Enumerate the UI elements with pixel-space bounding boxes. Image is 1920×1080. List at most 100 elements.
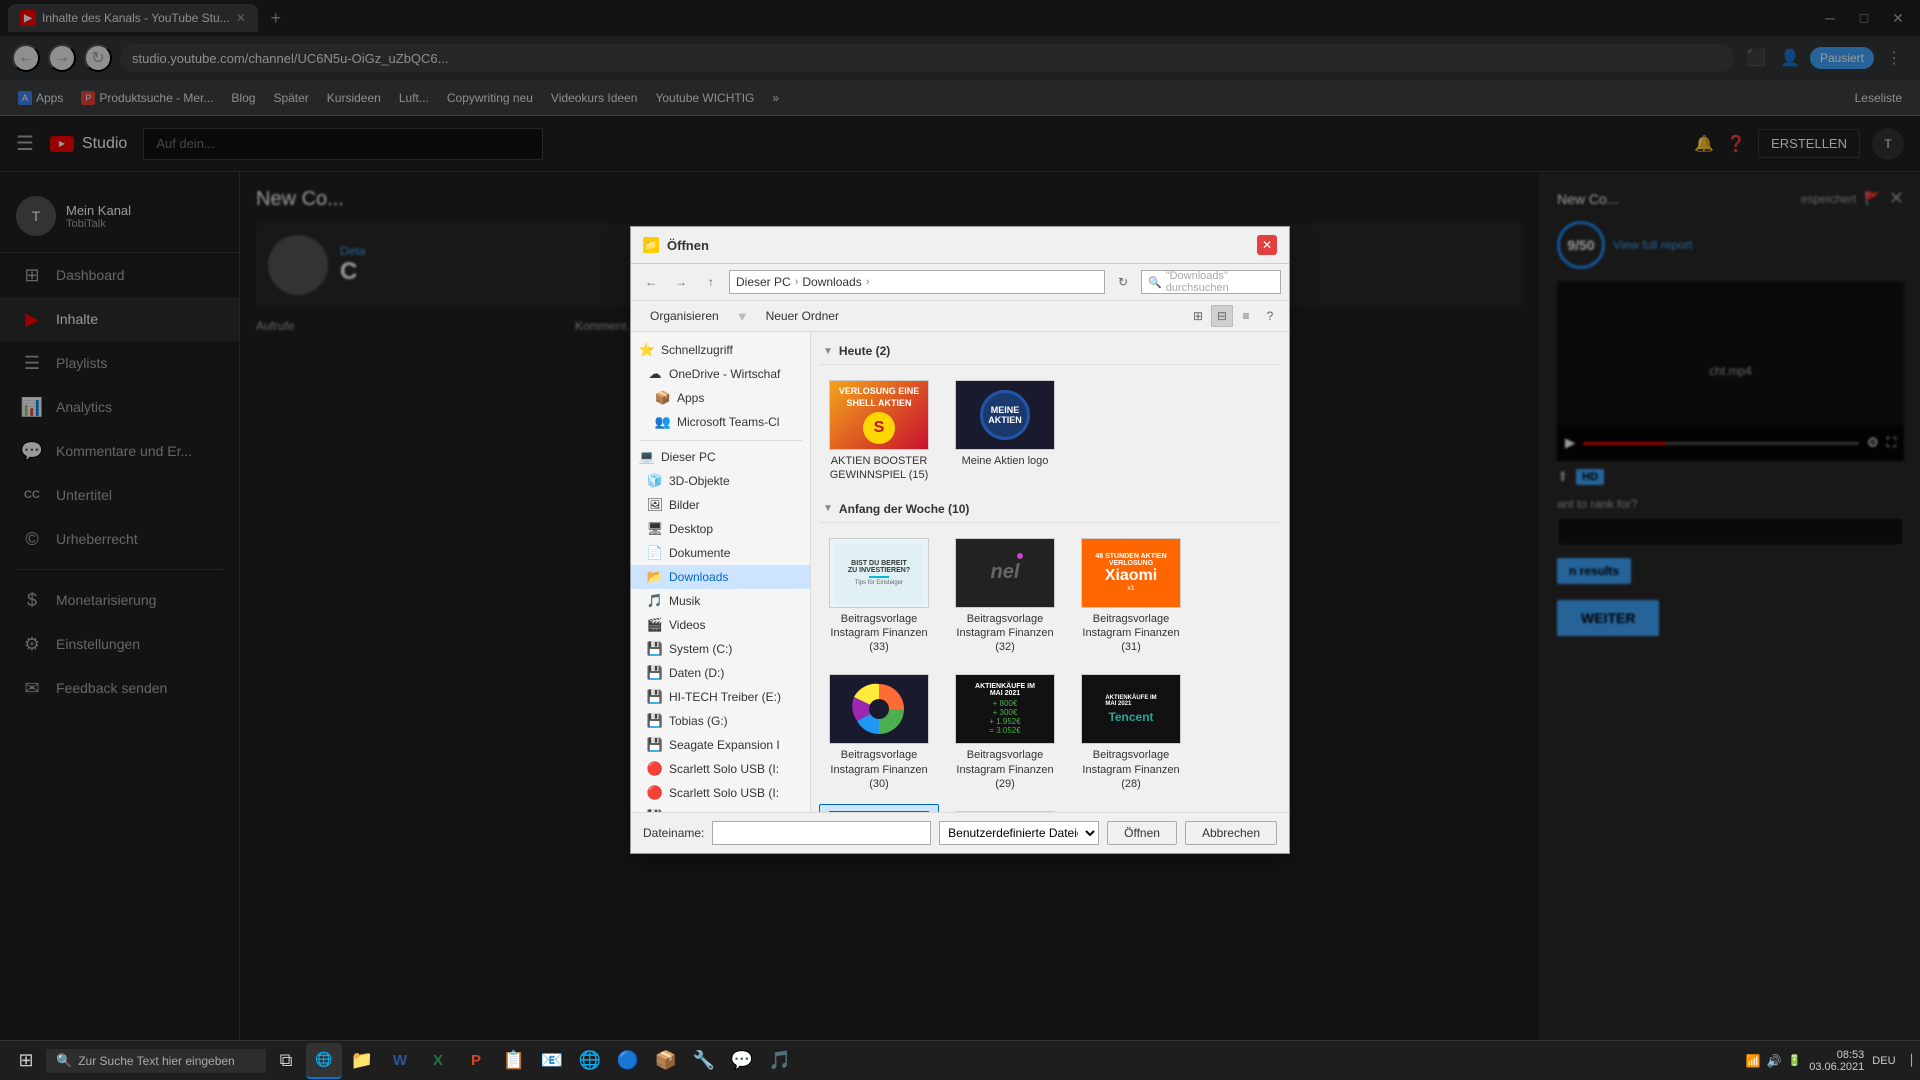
file-name-ig30: Beitragsvorlage Instagram Finanzen (30): [826, 748, 932, 791]
path-separator-1: ›: [795, 276, 799, 288]
clock-area[interactable]: 08:53 03.06.2021: [1809, 1049, 1864, 1073]
taskbar-outlook[interactable]: 📧: [534, 1043, 570, 1079]
file-item-ig33[interactable]: BIST DU BEREITZU INVESTIEREN? Tips für E…: [819, 531, 939, 662]
onedrive-icon: ☁: [647, 366, 663, 382]
woche-label: Anfang der Woche (10): [839, 502, 969, 516]
nav-item-onedrive[interactable]: ☁ OneDrive - Wirtschaf: [631, 362, 810, 386]
file-item-paper[interactable]: paper-3213924_640: [945, 804, 1065, 812]
organize-btn[interactable]: Organisieren: [639, 305, 730, 327]
file-item-depot-kopie[interactable]: DEPOT UPDATE 👤 -3.057€ Kopie von Wachstu…: [819, 804, 939, 812]
volume-icon[interactable]: 🔊: [1767, 1054, 1782, 1068]
taskbar-word[interactable]: W: [382, 1043, 418, 1079]
dialog-cancel-btn[interactable]: Abbrechen: [1185, 821, 1277, 845]
scarlett-i2-label: Scarlett Solo USB (I:: [669, 786, 779, 800]
taskbar-edge[interactable]: 🔵: [610, 1043, 646, 1079]
dialog-close-btn[interactable]: ✕: [1257, 235, 1277, 255]
file-item-ig28[interactable]: AKTIENKÄUFE IMMAI 2021 Tencent Beitragsv…: [1071, 667, 1191, 798]
nav-item-teams[interactable]: 👥 Microsoft Teams-Cl: [631, 410, 810, 434]
file-section-woche: ▼ Anfang der Woche (10) BIST DU BEREITZU…: [819, 498, 1281, 812]
file-item-ig31[interactable]: 48 STUNDEN AKTIENVERLOSUNG Xiaomi x1 Bei…: [1071, 531, 1191, 662]
nav-item-desktop[interactable]: 🖥 Desktop: [631, 517, 810, 541]
taskbar-start-btn[interactable]: ⊞: [8, 1043, 44, 1079]
ig31-content: 48 STUNDEN AKTIENVERLOSUNG Xiaomi x1: [1095, 553, 1166, 592]
taskbar-powerpoint[interactable]: P: [458, 1043, 494, 1079]
file-item-ig32[interactable]: nel Beitragsvorlage Instagram Finanzen (…: [945, 531, 1065, 662]
bilder-icon: 🖼: [647, 497, 663, 513]
dialog-title-text: Öffnen: [667, 238, 1257, 253]
nav-item-seagate-d[interactable]: 💾 Seagate Expansion D: [631, 805, 810, 812]
view-icon-btn[interactable]: ⊟: [1211, 305, 1233, 327]
path-segment-pc[interactable]: Dieser PC: [736, 275, 791, 289]
taskbar-browser2[interactable]: 🌐: [572, 1043, 608, 1079]
nav-item-apps[interactable]: 📦 Apps: [631, 386, 810, 410]
new-folder-btn[interactable]: Neuer Ordner: [755, 305, 850, 327]
view-list-btn[interactable]: ≡: [1235, 305, 1257, 327]
dialog-open-btn[interactable]: Öffnen: [1107, 821, 1177, 845]
nav-item-scarlett-i[interactable]: 🔴 Scarlett Solo USB (I:: [631, 757, 810, 781]
nav-item-downloads[interactable]: 📂 Downloads: [631, 565, 810, 589]
filetype-select[interactable]: Benutzerdefinierte Dateien: [939, 821, 1099, 845]
nav-item-scarlett-i2[interactable]: 🔴 Scarlett Solo USB (I:: [631, 781, 810, 805]
nav-item-3d[interactable]: 🧊 3D-Objekte: [631, 469, 810, 493]
taskbar-unknown4[interactable]: 💬: [724, 1043, 760, 1079]
taskbar-search-icon: 🔍: [56, 1053, 72, 1069]
show-desktop-btn[interactable]: ▕: [1904, 1054, 1912, 1067]
taskbar-search[interactable]: 🔍 Zur Suche Text hier eingeben: [46, 1049, 266, 1073]
nav-item-dokumente[interactable]: 📄 Dokumente: [631, 541, 810, 565]
file-thumb-shell: VERLOSUNG EINE SHELL AKTIEN S: [829, 380, 929, 450]
nav-item-system-c[interactable]: 💾 System (C:): [631, 637, 810, 661]
file-item-ig29[interactable]: AKTIENKÄUFE IMMAI 2021 + 800€ + 300€ + 1…: [945, 667, 1065, 798]
file-dialog: 📁 Öffnen ✕ ← → ↑ Dieser PC › Downloads ›…: [630, 226, 1290, 854]
filename-input[interactable]: [712, 821, 931, 845]
taskbar-unknown2[interactable]: 📦: [648, 1043, 684, 1079]
battery-icon[interactable]: 🔋: [1788, 1054, 1802, 1067]
file-name-shell: AKTIEN BOOSTER GEWINNSPIEL (15): [826, 454, 932, 483]
view-extra-btn[interactable]: ⊞: [1187, 305, 1209, 327]
nav-item-seagate-i[interactable]: 💾 Seagate Expansion I: [631, 733, 810, 757]
dialog-up-btn[interactable]: ↑: [699, 270, 723, 294]
nav-item-musik[interactable]: 🎵 Musik: [631, 589, 810, 613]
musik-label: Musik: [669, 594, 700, 608]
dialog-title-icon: 📁: [643, 237, 659, 253]
network-icon[interactable]: 📶: [1746, 1054, 1761, 1068]
taskbar-task-view[interactable]: ⧉: [268, 1043, 304, 1079]
desktop-label: Desktop: [669, 522, 713, 536]
nav-item-tobias-g[interactable]: 💾 Tobias (G:): [631, 709, 810, 733]
taskbar-unknown3[interactable]: 🔧: [686, 1043, 722, 1079]
dialog-footer: Dateiname: Benutzerdefinierte Dateien Öf…: [631, 812, 1289, 853]
taskbar-explorer[interactable]: 📁: [344, 1043, 380, 1079]
section-header-woche[interactable]: ▼ Anfang der Woche (10): [819, 498, 1281, 523]
taskbar-chrome[interactable]: 🌐: [306, 1043, 342, 1079]
dialog-refresh-btn[interactable]: ↻: [1111, 270, 1135, 294]
hitech-label: HI-TECH Treiber (E:): [669, 690, 781, 704]
file-item-meine-aktien[interactable]: MEINEAKTIEN Meine Aktien logo: [945, 373, 1065, 490]
path-segment-downloads[interactable]: Downloads: [802, 275, 861, 289]
onedrive-label: OneDrive - Wirtschaf: [669, 367, 780, 381]
taskbar-unknown1[interactable]: 📋: [496, 1043, 532, 1079]
nav-item-dieser-pc[interactable]: 💻 Dieser PC: [631, 445, 810, 469]
date-display: 03.06.2021: [1809, 1061, 1864, 1073]
3d-icon: 🧊: [647, 473, 663, 489]
videos-icon: 🎬: [647, 617, 663, 633]
section-header-heute[interactable]: ▼ Heute (2): [819, 340, 1281, 365]
system-c-label: System (C:): [669, 642, 732, 656]
file-name-ig32: Beitragsvorlage Instagram Finanzen (32): [952, 612, 1058, 655]
file-item-shell[interactable]: VERLOSUNG EINE SHELL AKTIEN S AKTIEN BOO…: [819, 373, 939, 490]
taskbar-spotify[interactable]: 🎵: [762, 1043, 798, 1079]
nav-item-schnellzugriff[interactable]: ⭐ Schnellzugriff: [631, 338, 810, 362]
file-thumb-ig30: [829, 674, 929, 744]
nav-item-daten-d[interactable]: 💾 Daten (D:): [631, 661, 810, 685]
nav-item-videos[interactable]: 🎬 Videos: [631, 613, 810, 637]
dieser-pc-icon: 💻: [639, 449, 655, 465]
nav-item-hitech[interactable]: 💾 HI-TECH Treiber (E:): [631, 685, 810, 709]
file-name-meine-aktien: Meine Aktien logo: [962, 454, 1049, 468]
dialog-forward-btn[interactable]: →: [669, 270, 693, 294]
file-item-ig30[interactable]: Beitragsvorlage Instagram Finanzen (30): [819, 667, 939, 798]
view-detail-btn[interactable]: ?: [1259, 305, 1281, 327]
taskbar-excel[interactable]: X: [420, 1043, 456, 1079]
dialog-back-btn[interactable]: ←: [639, 270, 663, 294]
nav-item-bilder[interactable]: 🖼 Bilder: [631, 493, 810, 517]
view-buttons: ⊞ ⊟ ≡ ?: [1187, 305, 1281, 327]
downloads-icon: 📂: [647, 569, 663, 585]
dieser-pc-label: Dieser PC: [661, 450, 716, 464]
